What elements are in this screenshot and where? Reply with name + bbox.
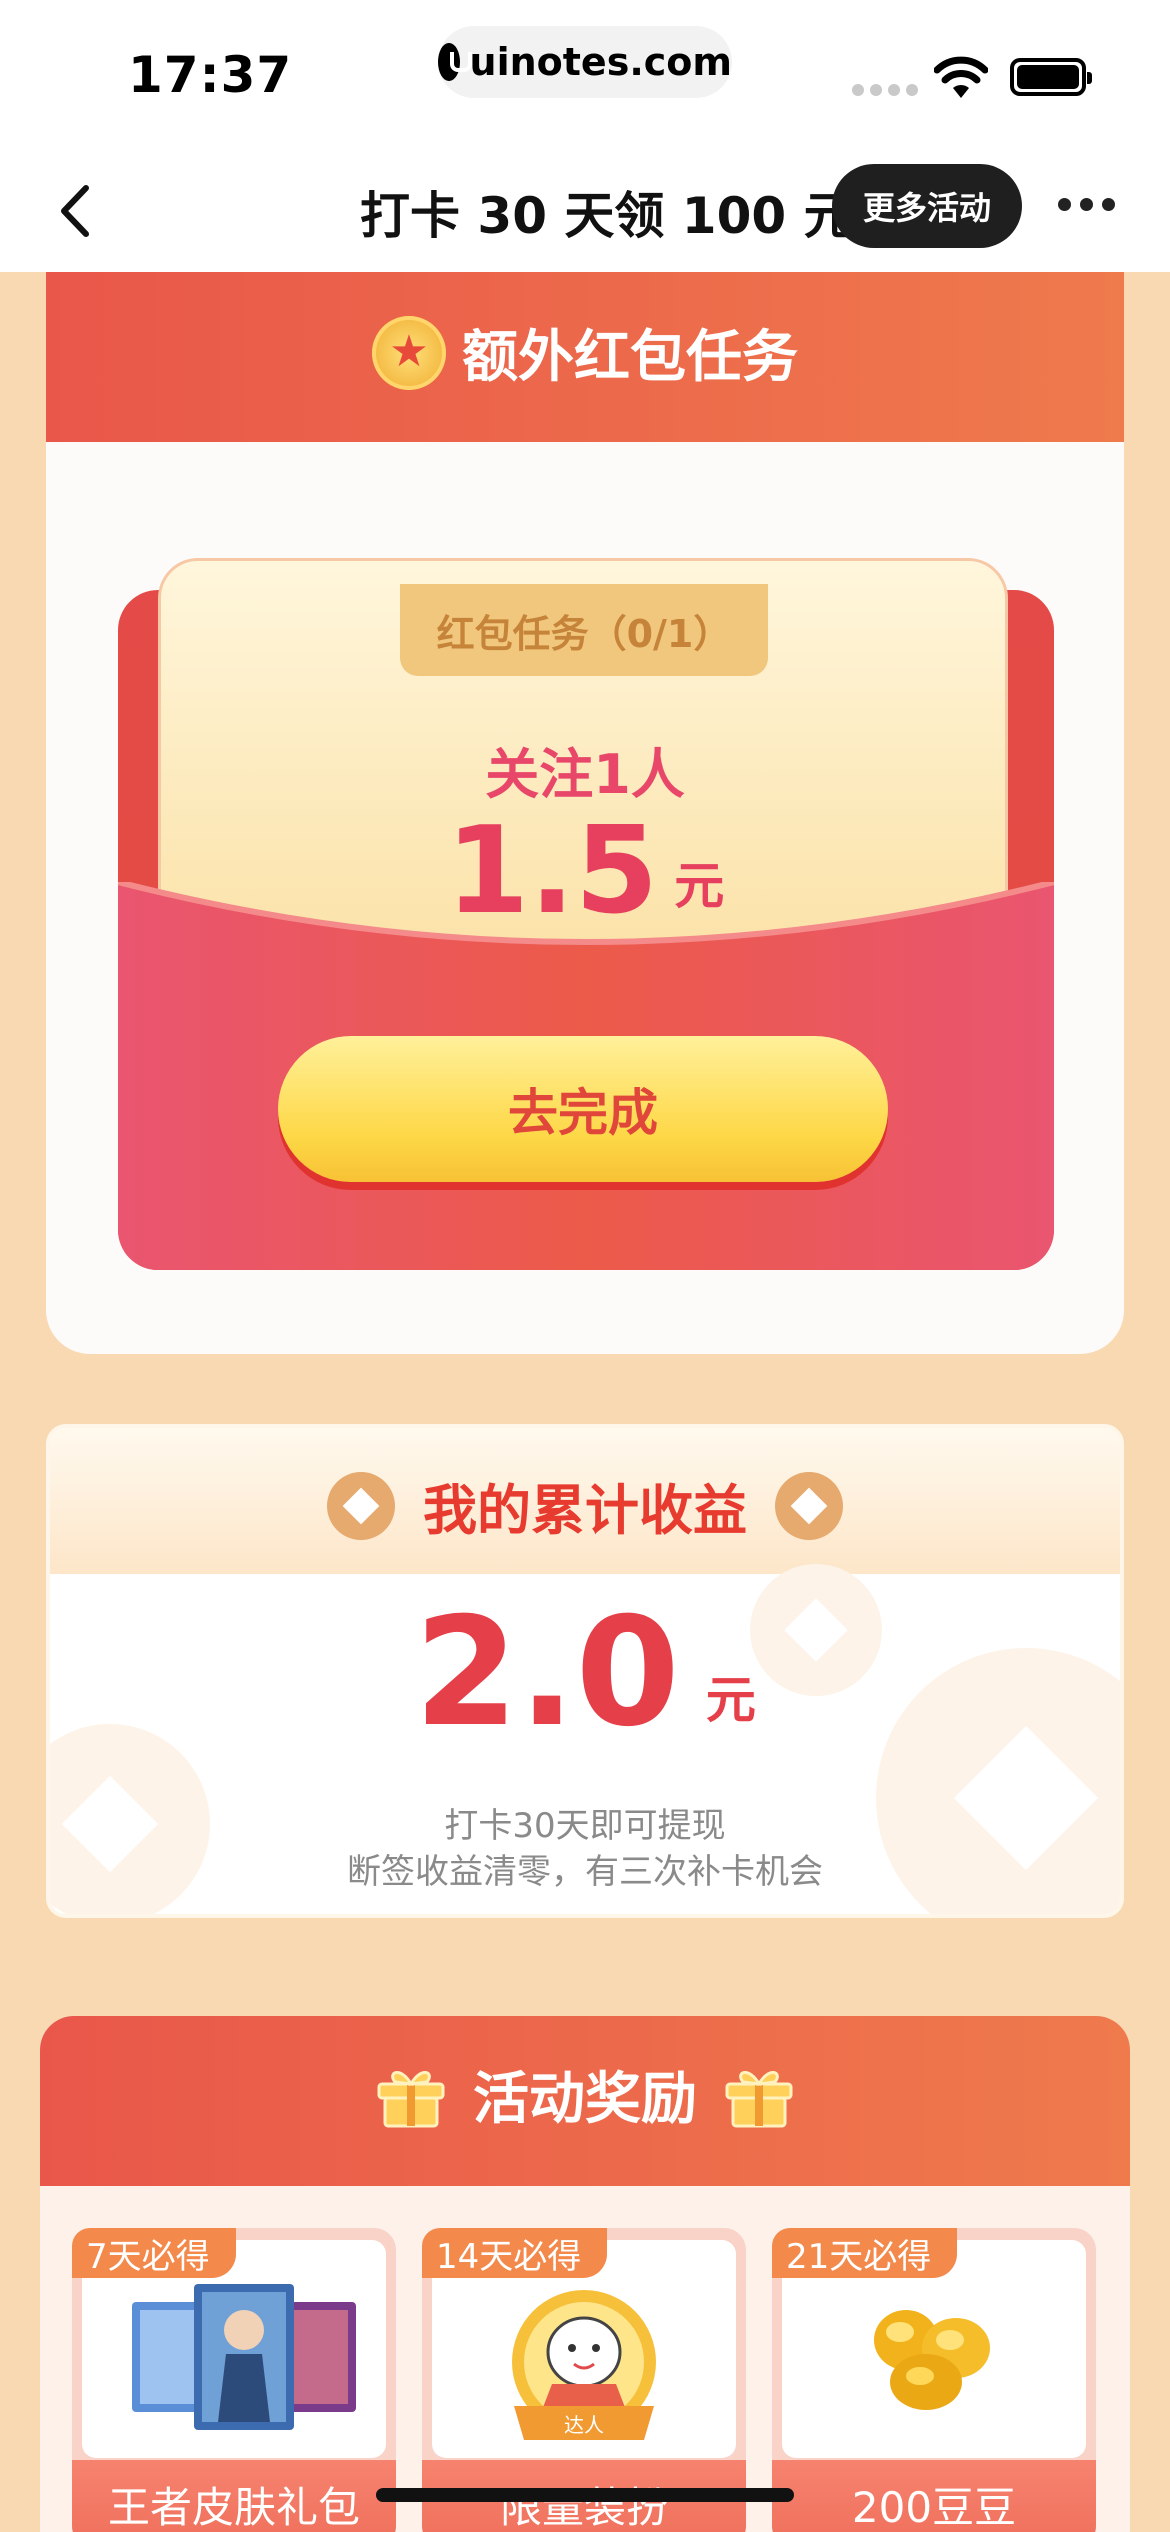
- diamond-left-icon: [327, 1471, 395, 1540]
- reward-name: 限量装扮: [499, 2483, 668, 2532]
- status-time: 17:37: [128, 46, 293, 104]
- diamond-right-icon: [775, 1471, 843, 1540]
- rewards-title: 活动奖励: [473, 2067, 697, 2132]
- rewards-section: 活动奖励 7天必得 王者皮肤礼包 达人 14天必得 限量装扮 21天必得 200…: [40, 2016, 1130, 2532]
- reward-name: 200豆豆: [851, 2483, 1017, 2532]
- reward-tag: 14天必得: [422, 2228, 608, 2278]
- back-arrow-icon[interactable]: [44, 176, 114, 246]
- earnings-total: 2.0 元: [50, 1598, 1120, 1748]
- more-activities-button[interactable]: 更多活动: [832, 164, 1022, 248]
- go-complete-button[interactable]: 去完成: [278, 1036, 888, 1182]
- beans-image: [874, 2310, 990, 2410]
- star-coin-icon: [372, 315, 446, 390]
- bonus-task-title: 额外红包任务: [462, 325, 798, 390]
- earnings-amount: 2.0: [414, 1586, 680, 1760]
- site-icon: [438, 43, 472, 81]
- reward-name: 王者皮肤礼包: [107, 2483, 360, 2532]
- task-progress-tag: 红包任务（0/1）: [400, 584, 768, 676]
- bonus-task-section: 额外红包任务 红包任务（0/1） 关注1人 1.5 元 去完成: [46, 272, 1124, 1354]
- task-description: 关注1人: [485, 743, 685, 806]
- earnings-note-withdraw: 打卡30天即可提现: [444, 1806, 726, 1846]
- page-title: 打卡 30 天领 100 元: [360, 187, 854, 245]
- skin-pack-image: [132, 2284, 356, 2430]
- earnings-header: 我的累计收益: [50, 1428, 1120, 1574]
- earnings-unit: 元: [705, 1671, 756, 1729]
- reward-card-day7[interactable]: 7天必得 王者皮肤礼包: [72, 2228, 396, 2532]
- limited-avatar-frame-image: 达人: [512, 2290, 656, 2440]
- status-bar: 17:37 uinotes.com: [0, 0, 1170, 150]
- battery-icon: [1010, 58, 1092, 96]
- more-options-icon[interactable]: [1058, 198, 1115, 211]
- wifi-icon: [934, 56, 988, 98]
- rewards-header: 活动奖励: [40, 2016, 1130, 2186]
- home-indicator[interactable]: [376, 2488, 794, 2502]
- signal-icon: [852, 84, 918, 96]
- reward-card-day14[interactable]: 达人 14天必得 限量装扮: [422, 2228, 746, 2532]
- nav-bar: 打卡 30 天领 100 元 更多活动: [0, 150, 1170, 272]
- gift-left-icon: [377, 2070, 445, 2127]
- reward-tag: 21天必得: [772, 2228, 958, 2278]
- reward-tag: 7天必得: [72, 2228, 236, 2278]
- earnings-note-makeup: 断签收益清零，有三次补卡机会: [347, 1852, 823, 1892]
- bonus-task-header: 额外红包任务: [46, 272, 1124, 442]
- earnings-section: 我的累计收益 2.0 元 打卡30天即可提现 断签收益清零，有三次补卡机会: [46, 1424, 1124, 1918]
- gift-right-icon: [725, 2070, 793, 2127]
- earnings-title: 我的累计收益: [423, 1479, 747, 1542]
- reward-card-day21[interactable]: 21天必得 200豆豆: [772, 2228, 1096, 2532]
- url-bar[interactable]: uinotes.com: [438, 26, 732, 98]
- frame-badge-text: 达人: [564, 2413, 604, 2437]
- url-text: uinotes.com: [469, 40, 732, 84]
